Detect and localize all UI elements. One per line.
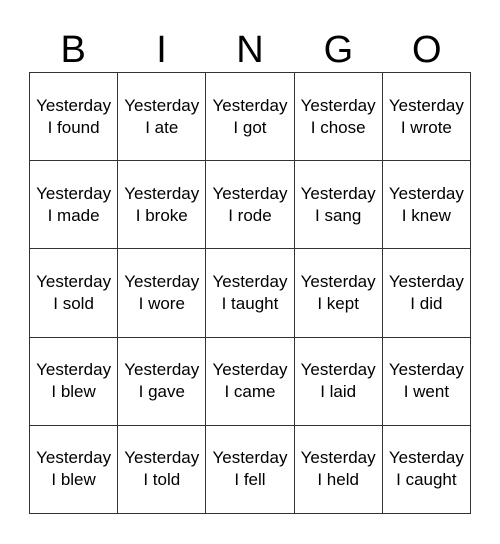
cell-text: Yesterday I knew — [388, 183, 464, 225]
cell-text: Yesterday I told — [124, 448, 200, 490]
cell-text: Yesterday I rode — [212, 183, 288, 225]
card-cell[interactable]: Yesterday I got — [205, 71, 295, 162]
cell-text: Yesterday I chose — [300, 95, 376, 137]
header-letter-o: O — [411, 29, 442, 71]
card-cell[interactable]: Yesterday I made — [28, 160, 119, 250]
card-cell[interactable]: Yesterday I went — [381, 336, 472, 426]
cell-text: Yesterday I came — [212, 360, 288, 402]
card-cell[interactable]: Yesterday I blew — [28, 336, 119, 426]
card-cell[interactable]: Yesterday I chose — [293, 71, 383, 162]
card-cell[interactable]: Yesterday I wrote — [381, 71, 472, 162]
card-cell[interactable]: Yesterday I ate — [117, 71, 207, 162]
card-cell[interactable]: Yesterday I taught — [205, 248, 295, 338]
cell-text: Yesterday I got — [212, 95, 288, 137]
card-cell[interactable]: Yesterday I blew — [28, 424, 119, 515]
card-cell[interactable]: Yesterday I knew — [381, 160, 472, 250]
bingo-card: Yesterday I found Yesterday I ate Yester… — [28, 71, 472, 515]
card-cell[interactable]: Yesterday I found — [28, 71, 119, 162]
card-cell[interactable]: Yesterday I wore — [117, 248, 207, 338]
card-cell[interactable]: Yesterday I held — [293, 424, 383, 515]
cell-text: Yesterday I fell — [212, 448, 288, 490]
cell-text: Yesterday I wrote — [388, 95, 464, 137]
card-cell[interactable]: Yesterday I rode — [205, 160, 295, 250]
card-cell[interactable]: Yesterday I broke — [117, 160, 207, 250]
card-row: Yesterday I made Yesterday I broke Yeste… — [28, 160, 472, 250]
card-cell[interactable]: Yesterday I kept — [293, 248, 383, 338]
header-letter-n: N — [236, 29, 264, 71]
header-letter-b: B — [60, 29, 86, 71]
cell-text: Yesterday I went — [388, 360, 464, 402]
card-row: Yesterday I blew Yesterday I told Yester… — [28, 424, 472, 515]
cell-text: Yesterday I did — [388, 271, 464, 313]
bingo-header: B I N G O — [29, 28, 471, 72]
cell-text: Yesterday I blew — [36, 448, 112, 490]
cell-text: Yesterday I sang — [300, 183, 376, 225]
card-cell[interactable]: Yesterday I came — [205, 336, 295, 426]
card-row: Yesterday I blew Yesterday I gave Yester… — [28, 336, 472, 426]
cell-text: Yesterday I taught — [212, 271, 288, 313]
cell-text: Yesterday I caught — [388, 448, 464, 490]
card-row: Yesterday I sold Yesterday I wore Yester… — [28, 248, 472, 338]
card-cell[interactable]: Yesterday I caught — [381, 424, 472, 515]
cell-text: Yesterday I broke — [124, 183, 200, 225]
card-cell[interactable]: Yesterday I sang — [293, 160, 383, 250]
header-letter-i: I — [156, 29, 167, 71]
card-row: Yesterday I found Yesterday I ate Yester… — [28, 71, 472, 162]
cell-text: Yesterday I ate — [124, 95, 200, 137]
card-cell[interactable]: Yesterday I gave — [117, 336, 207, 426]
cell-text: Yesterday I wore — [124, 271, 200, 313]
card-cell[interactable]: Yesterday I sold — [28, 248, 119, 338]
card-cell[interactable]: Yesterday I told — [117, 424, 207, 515]
cell-text: Yesterday I made — [36, 183, 112, 225]
cell-text: Yesterday I gave — [124, 360, 200, 402]
card-cell[interactable]: Yesterday I did — [381, 248, 472, 338]
cell-text: Yesterday I found — [36, 95, 112, 137]
header-letter-g: G — [323, 29, 354, 71]
cell-text: Yesterday I blew — [36, 360, 112, 402]
cell-text: Yesterday I held — [300, 448, 376, 490]
cell-text: Yesterday I sold — [36, 271, 112, 313]
cell-text: Yesterday I laid — [300, 360, 376, 402]
card-cell[interactable]: Yesterday I laid — [293, 336, 383, 426]
cell-text: Yesterday I kept — [300, 271, 376, 313]
card-cell[interactable]: Yesterday I fell — [205, 424, 295, 515]
